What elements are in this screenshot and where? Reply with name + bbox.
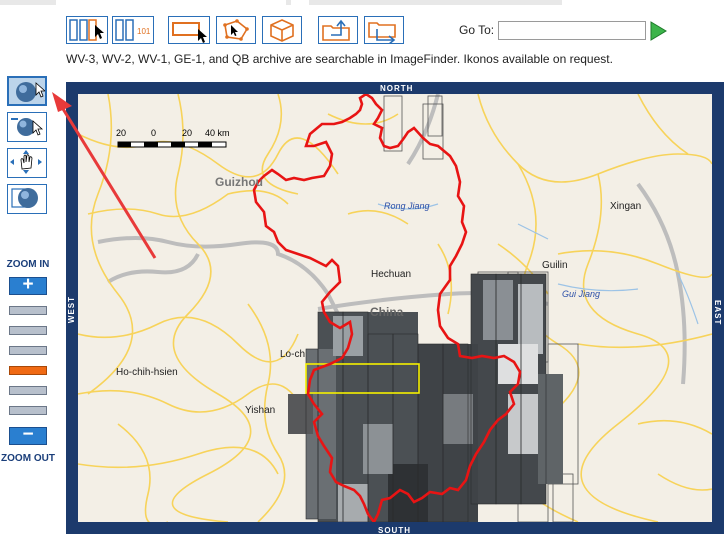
- select-id-button[interactable]: 101: [112, 16, 154, 44]
- archive-notice: WV-3, WV-2, WV-1, GE-1, and QB archive a…: [66, 52, 613, 66]
- full-extent-button[interactable]: [7, 184, 47, 214]
- label-guilin: Guilin: [542, 260, 568, 271]
- select-tool-icon: [69, 19, 104, 41]
- go-button[interactable]: [649, 21, 667, 41]
- zoom-out-button[interactable]: −: [9, 425, 47, 445]
- svg-text:101: 101: [137, 27, 151, 36]
- rectangle-icon: [172, 22, 207, 43]
- map-frame: NORTH SOUTH WEST EAST 20 0 20 40 km Guiz…: [66, 82, 724, 535]
- polygon-icon: [223, 19, 249, 41]
- pan-hand-icon: [10, 150, 42, 174]
- pan-tool-button[interactable]: [7, 148, 47, 178]
- zoom-in-label: ZOOM IN: [6, 259, 50, 270]
- label-yishan: Yishan: [245, 405, 275, 416]
- label-ho-chih-hsien: Ho-chih-hsien: [116, 367, 178, 378]
- cube-icon: [270, 19, 294, 42]
- export-button[interactable]: [318, 16, 358, 44]
- compass-east-label[interactable]: EAST: [713, 300, 722, 325]
- zoom-box-tool-button[interactable]: [7, 76, 47, 106]
- zoom-level-2[interactable]: [9, 326, 47, 335]
- label-guizhou: Guizhou: [215, 175, 263, 189]
- zoom-out-globe-icon: [11, 118, 44, 136]
- label-gui-jiang: Gui Jiang: [562, 289, 600, 299]
- zoom-out-label: ZOOM OUT: [1, 453, 55, 464]
- export-icon: [322, 19, 350, 41]
- play-arrow-icon: [650, 21, 667, 41]
- select-id-icon: 101: [115, 19, 151, 41]
- select-tool-button[interactable]: [66, 16, 108, 44]
- scale-tick-0: 0: [151, 128, 156, 138]
- zoom-level-3[interactable]: [9, 346, 47, 355]
- zoom-out-tool-button[interactable]: [7, 112, 47, 142]
- zoom-level-5[interactable]: [9, 386, 47, 395]
- zoom-globe-icon: [16, 82, 47, 102]
- zoom-in-button[interactable]: +: [9, 275, 47, 295]
- compass-north-label[interactable]: NORTH: [380, 84, 413, 93]
- zoom-level-1[interactable]: [9, 306, 47, 315]
- draw-rectangle-button[interactable]: [168, 16, 210, 44]
- goto-input[interactable]: [498, 21, 646, 40]
- label-lo-ch: Lo-ch: [280, 349, 305, 360]
- box-3d-button[interactable]: [262, 16, 302, 44]
- label-rong-jiang: Rong Jiang: [384, 201, 430, 211]
- import-button[interactable]: [364, 16, 404, 45]
- draw-polygon-button[interactable]: [216, 16, 256, 44]
- scale-tick-20: 20: [116, 128, 126, 138]
- zoom-level-6[interactable]: [9, 406, 47, 415]
- goto-label: Go To:: [459, 23, 495, 37]
- top-strip: [0, 0, 724, 5]
- compass-west-label[interactable]: WEST: [67, 296, 76, 323]
- globe-layers-icon: [11, 188, 38, 208]
- zoom-level-4[interactable]: [9, 366, 47, 375]
- label-china: China: [370, 305, 404, 319]
- label-xingan: Xingan: [610, 201, 641, 212]
- import-icon: [368, 22, 396, 45]
- map-canvas[interactable]: 20 0 20 40 km Guizhou Rong Jiang Xingan …: [78, 94, 712, 522]
- scale-tick-40km: 40 km: [205, 128, 230, 138]
- scale-tick-20b: 20: [182, 128, 192, 138]
- label-hechuan: Hechuan: [371, 269, 411, 280]
